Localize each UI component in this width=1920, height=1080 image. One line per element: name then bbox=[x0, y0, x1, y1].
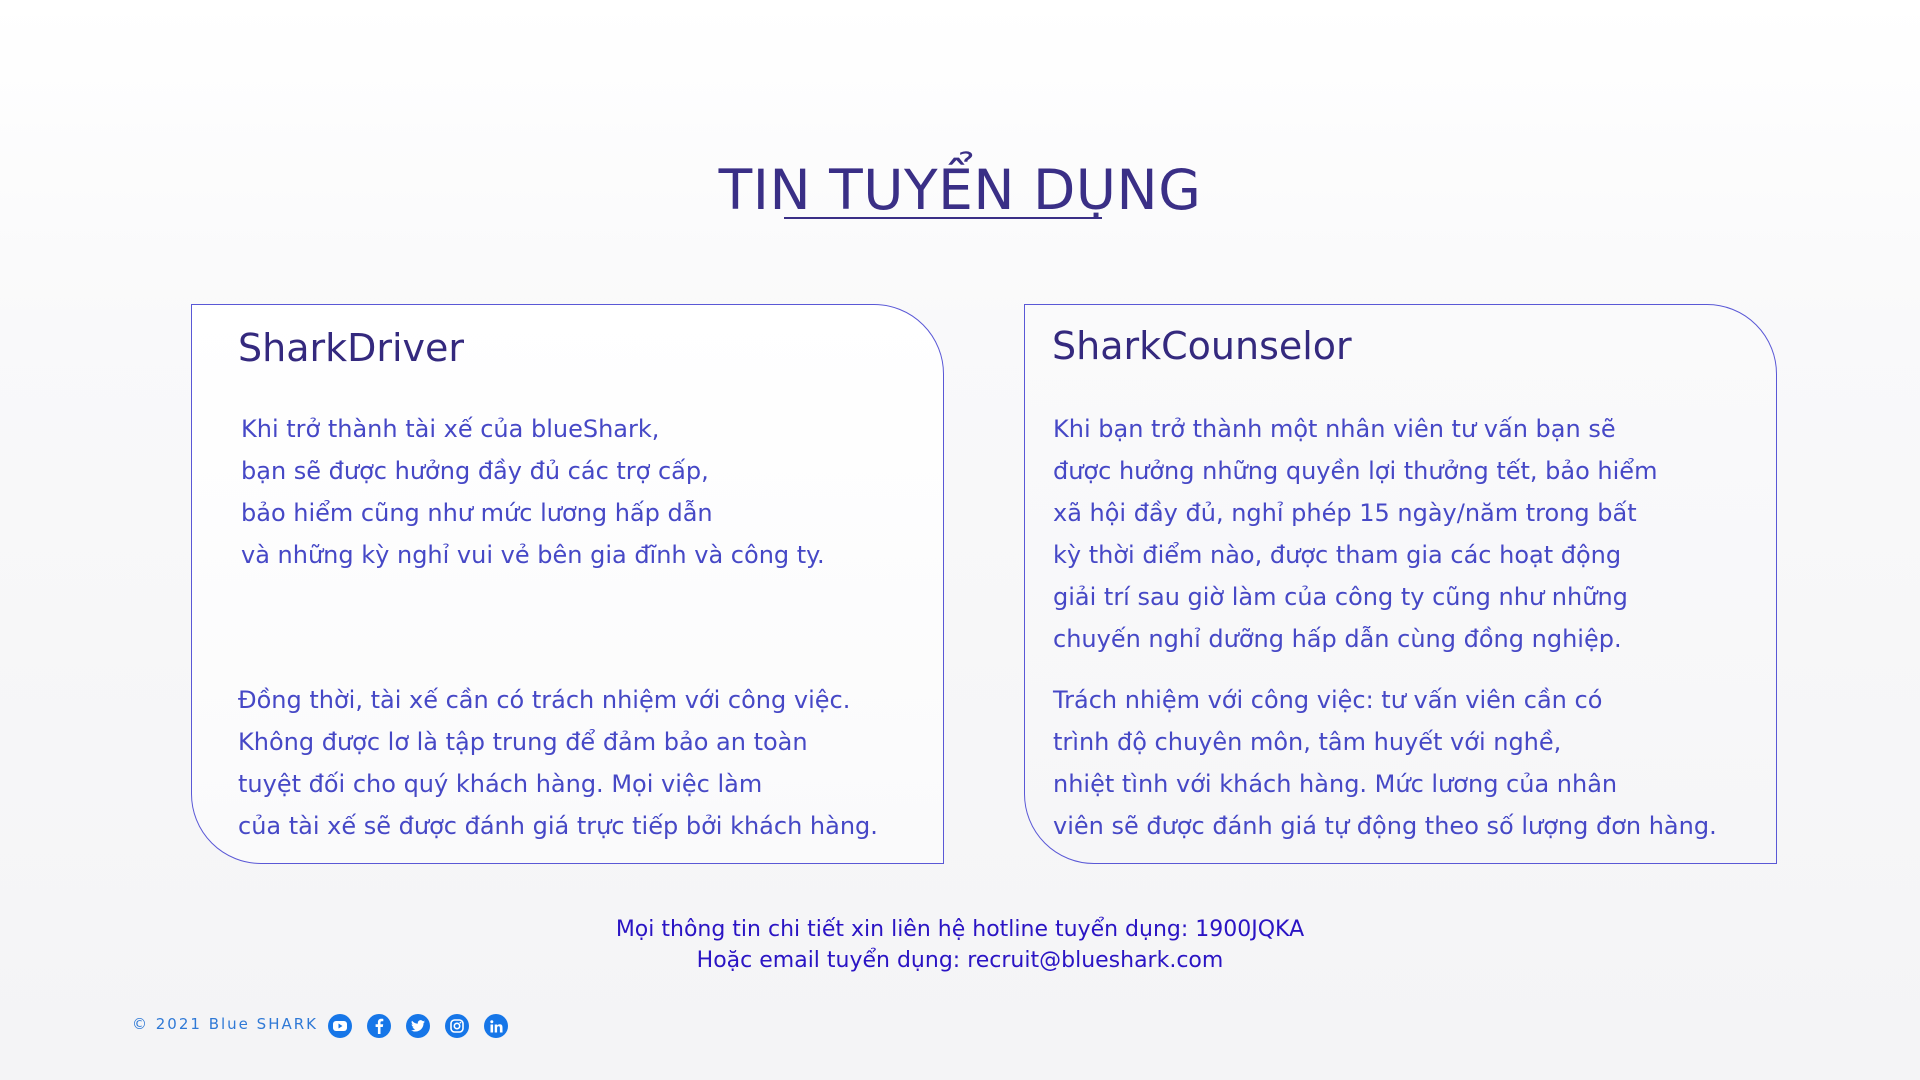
job-card-shark-driver: SharkDriver Khi trở thành tài xế của blu… bbox=[191, 304, 944, 864]
instagram-icon[interactable] bbox=[445, 1014, 469, 1038]
job-card-shark-counselor: SharkCounselor Khi bạn trở thành một nhâ… bbox=[1024, 304, 1777, 864]
job-card-title: SharkCounselor bbox=[1052, 324, 1352, 368]
job-card-benefits: Khi trở thành tài xế của blueShark, bạn … bbox=[241, 408, 825, 576]
text-line: Trách nhiệm với công việc: tư vấn viên c… bbox=[1053, 686, 1603, 714]
job-card-benefits: Khi bạn trở thành một nhân viên tư vấn b… bbox=[1053, 408, 1657, 660]
job-card-responsibilities: Trách nhiệm với công việc: tư vấn viên c… bbox=[1053, 679, 1717, 847]
linkedin-icon[interactable] bbox=[484, 1014, 508, 1038]
social-links bbox=[328, 1014, 508, 1038]
text-line: bạn sẽ được hưởng đầy đủ các trợ cấp, bbox=[241, 457, 709, 485]
recruitment-contact: Mọi thông tin chi tiết xin liên hệ hotli… bbox=[0, 914, 1920, 976]
facebook-icon[interactable] bbox=[367, 1014, 391, 1038]
email-text: Hoặc email tuyển dụng: recruit@blueshark… bbox=[696, 948, 1224, 973]
text-line: Không được lơ là tập trung để đảm bảo an… bbox=[238, 728, 808, 756]
text-line: chuyến nghỉ dưỡng hấp dẫn cùng đồng nghi… bbox=[1053, 625, 1622, 653]
text-line: bảo hiểm cũng như mức lương hấp dẫn bbox=[241, 499, 713, 527]
text-line: trình độ chuyên môn, tâm huyết với nghề, bbox=[1053, 728, 1562, 756]
text-line: được hưởng những quyền lợi thưởng tết, b… bbox=[1053, 457, 1658, 485]
text-line: nhiệt tình với khách hàng. Mức lương của… bbox=[1053, 770, 1618, 798]
copyright-text: © 2021 Blue SHARK bbox=[132, 1015, 318, 1033]
text-line: giải trí sau giờ làm của công ty cũng nh… bbox=[1053, 583, 1628, 611]
text-line: viên sẽ được đánh giá tự động theo số lư… bbox=[1053, 812, 1717, 840]
text-line: xã hội đầy đủ, nghỉ phép 15 ngày/năm tro… bbox=[1053, 499, 1637, 527]
text-line: Khi trở thành tài xế của blueShark, bbox=[241, 415, 660, 443]
text-line: Đồng thời, tài xế cần có trách nhiệm với… bbox=[238, 686, 851, 714]
text-line: của tài xế sẽ được đánh giá trực tiếp bở… bbox=[238, 812, 878, 840]
youtube-icon[interactable] bbox=[328, 1014, 352, 1038]
job-card-title: SharkDriver bbox=[238, 326, 465, 370]
text-line: và những kỳ nghỉ vui vẻ bên gia đĩnh và … bbox=[241, 541, 825, 569]
hotline-text: Mọi thông tin chi tiết xin liên hệ hotli… bbox=[615, 917, 1305, 942]
text-line: kỳ thời điểm nào, được tham gia các hoạt… bbox=[1053, 541, 1622, 569]
twitter-icon[interactable] bbox=[406, 1014, 430, 1038]
text-line: tuyệt đối cho quý khách hàng. Mọi việc l… bbox=[238, 770, 763, 798]
title-underline bbox=[784, 217, 1102, 219]
page-title: TIN TUYỂN DỤNG bbox=[718, 158, 1202, 222]
text-line: Khi bạn trở thành một nhân viên tư vấn b… bbox=[1053, 415, 1616, 443]
job-card-responsibilities: Đồng thời, tài xế cần có trách nhiệm với… bbox=[238, 679, 878, 847]
